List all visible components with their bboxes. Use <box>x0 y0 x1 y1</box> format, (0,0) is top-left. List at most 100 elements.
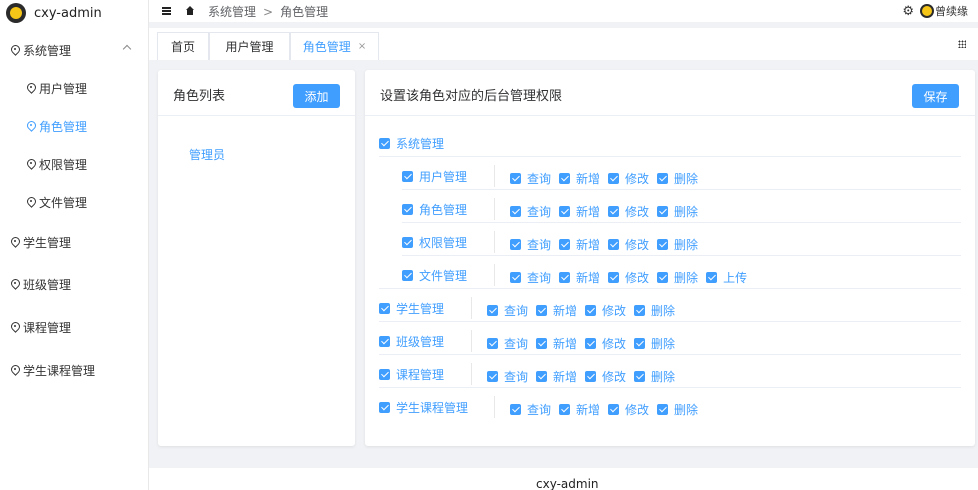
perm-ops: 查询 新增 修改 删除 <box>510 203 698 220</box>
tab-users[interactable]: 用户管理 <box>209 32 290 60</box>
sidebar-item-users[interactable]: 用户管理 <box>0 69 148 107</box>
avatar[interactable] <box>920 4 934 18</box>
role-item-admin[interactable]: 管理员 <box>189 146 225 163</box>
checkbox-checked[interactable] <box>585 305 597 316</box>
checkbox-checked[interactable] <box>379 368 390 380</box>
sidebar-item-roles[interactable]: 角色管理 <box>0 107 148 145</box>
checkbox-checked[interactable] <box>657 206 669 217</box>
sidebar-item-label: 角色管理 <box>39 119 88 134</box>
checkbox-checked[interactable] <box>608 239 620 250</box>
add-role-button[interactable]: 添加 <box>293 84 340 108</box>
checkbox-checked[interactable] <box>536 338 548 349</box>
checkbox-checked[interactable] <box>379 401 390 413</box>
perm-node-classes[interactable]: 班级管理 <box>379 331 444 351</box>
breadcrumb-item[interactable]: 系统管理 <box>208 5 256 19</box>
checkbox-checked[interactable] <box>706 272 718 283</box>
checkbox-checked[interactable] <box>657 272 669 283</box>
sidebar-group-classes[interactable]: 班级管理 <box>0 263 148 306</box>
checkbox-checked[interactable] <box>487 338 498 349</box>
checkbox-checked[interactable] <box>657 239 669 250</box>
sidebar-group-student-courses[interactable]: 学生课程管理 <box>0 349 148 392</box>
checkbox-checked[interactable] <box>379 335 390 347</box>
location-icon <box>11 45 20 56</box>
checkbox-checked[interactable] <box>402 170 413 182</box>
checkbox-checked[interactable] <box>402 236 413 248</box>
perm-node-student-courses[interactable]: 学生课程管理 <box>379 397 468 417</box>
perm-node-system[interactable]: 系统管理 <box>379 133 444 153</box>
perm-node-roles[interactable]: 角色管理 <box>402 199 467 219</box>
perm-ops: 查询 新增 修改 删除 <box>510 236 698 253</box>
sidebar-item-files[interactable]: 文件管理 <box>0 183 148 221</box>
sidebar-group-students[interactable]: 学生管理 <box>0 221 148 263</box>
checkbox-checked[interactable] <box>510 272 521 283</box>
checkbox-checked[interactable] <box>634 305 646 316</box>
sidebar-item-permissions[interactable]: 权限管理 <box>0 145 148 183</box>
checkbox-checked[interactable] <box>510 239 521 250</box>
tab-label: 首页 <box>170 40 195 54</box>
checkbox-checked[interactable] <box>585 338 597 349</box>
permission-card: 设置该角色对应的后台管理权限 保存 系统管理 用户管理 查询 新增 修改 删除 … <box>365 70 975 446</box>
role-list-title: 角色列表 <box>173 89 226 104</box>
op-label: 查询 <box>527 238 552 252</box>
op-label: 删除 <box>674 238 699 252</box>
location-icon <box>11 365 20 376</box>
checkbox-checked[interactable] <box>402 269 413 281</box>
checkbox-checked[interactable] <box>559 173 571 184</box>
perm-node-courses[interactable]: 课程管理 <box>379 364 444 384</box>
sidebar-group-label: 班级管理 <box>23 278 72 292</box>
perm-label: 班级管理 <box>396 334 445 349</box>
checkbox-checked[interactable] <box>634 371 646 382</box>
checkbox-checked[interactable] <box>634 338 646 349</box>
checkbox-checked[interactable] <box>402 203 413 215</box>
divider <box>471 297 472 319</box>
checkbox-checked[interactable] <box>536 371 548 382</box>
checkbox-checked[interactable] <box>510 404 521 415</box>
checkbox-checked[interactable] <box>608 404 620 415</box>
tab-roles[interactable]: 角色管理 × <box>290 32 379 60</box>
checkbox-checked[interactable] <box>379 302 390 314</box>
breadcrumb-item: 角色管理 <box>280 4 329 19</box>
checkbox-checked[interactable] <box>608 173 620 184</box>
checkbox-checked[interactable] <box>585 371 597 382</box>
checkbox-checked[interactable] <box>559 272 571 283</box>
perm-node-users[interactable]: 用户管理 <box>402 166 467 186</box>
checkbox-checked[interactable] <box>657 404 669 415</box>
checkbox-checked[interactable] <box>487 305 498 316</box>
gear-icon[interactable]: ⚙ <box>902 4 914 19</box>
divider <box>402 222 961 223</box>
checkbox-checked[interactable] <box>559 239 571 250</box>
checkbox-checked[interactable] <box>559 404 571 415</box>
checkbox-checked[interactable] <box>487 371 498 382</box>
tab-home[interactable]: 首页 <box>157 32 209 60</box>
checkbox-checked[interactable] <box>379 137 390 149</box>
perm-node-files[interactable]: 文件管理 <box>402 265 467 285</box>
checkbox-checked[interactable] <box>657 173 669 184</box>
home-icon[interactable] <box>185 6 195 16</box>
checkbox-checked[interactable] <box>608 272 620 283</box>
perm-node-students[interactable]: 学生管理 <box>379 298 444 318</box>
op-label: 新增 <box>553 304 578 318</box>
sidebar-group-system[interactable]: 系统管理 <box>0 31 148 69</box>
op-label: 修改 <box>625 172 650 186</box>
save-button[interactable]: 保存 <box>912 84 959 108</box>
op-label: 新增 <box>576 238 601 252</box>
sidebar-group-courses[interactable]: 课程管理 <box>0 306 148 349</box>
checkbox-checked[interactable] <box>559 206 571 217</box>
divider <box>471 330 472 352</box>
menu-toggle-icon[interactable] <box>162 7 171 15</box>
checkbox-checked[interactable] <box>536 305 548 316</box>
perm-node-permissions[interactable]: 权限管理 <box>402 232 467 252</box>
op-label: 删除 <box>651 370 676 384</box>
close-icon[interactable]: × <box>358 41 366 52</box>
checkbox-checked[interactable] <box>510 173 521 184</box>
divider <box>494 231 495 253</box>
perm-label: 文件管理 <box>419 268 468 283</box>
checkbox-checked[interactable] <box>608 206 620 217</box>
breadcrumb-separator: > <box>263 4 274 19</box>
checkbox-checked[interactable] <box>510 206 521 217</box>
grid-icon[interactable] <box>958 40 966 48</box>
op-label: 修改 <box>625 238 650 252</box>
tab-bar: 首页 用户管理 角色管理 × <box>149 28 978 60</box>
op-label: 删除 <box>674 172 699 186</box>
username[interactable]: 曾续缘 <box>935 3 968 19</box>
